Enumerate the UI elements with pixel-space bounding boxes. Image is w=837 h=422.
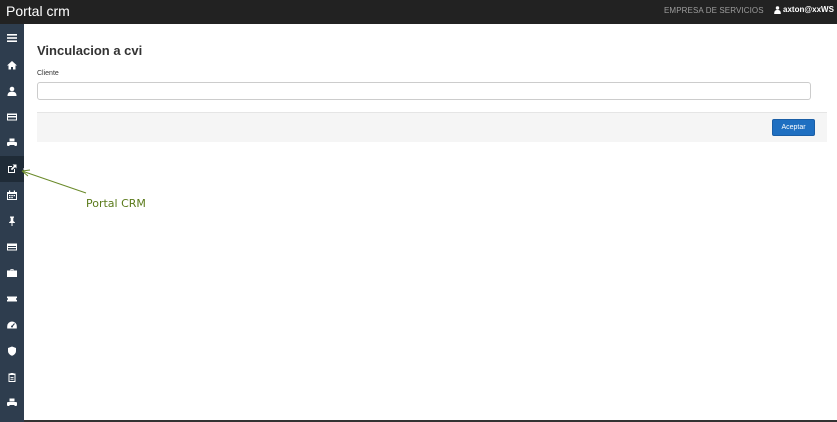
annotation-label: Portal CRM [86, 197, 146, 210]
annotation-arrow-head-top [21, 169, 31, 172]
annotation-arrow [21, 169, 87, 194]
annotation-arrow-line [21, 170, 87, 194]
